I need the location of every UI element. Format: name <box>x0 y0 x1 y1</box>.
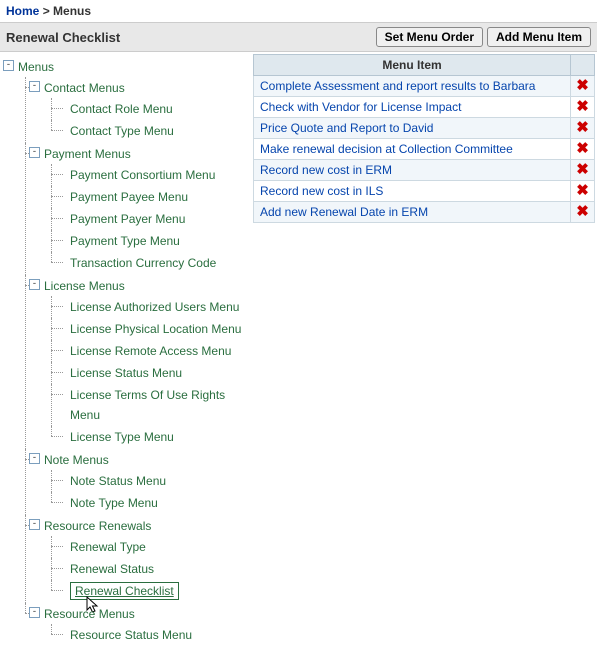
delete-icon[interactable]: ✖ <box>572 184 593 198</box>
toggle-icon[interactable]: - <box>29 81 40 92</box>
tree-node-payment-payee[interactable]: Payment Payee Menu <box>70 190 188 204</box>
table-row: Make renewal decision at Collection Comm… <box>254 139 595 160</box>
table-row: Check with Vendor for License Impact ✖ <box>254 97 595 118</box>
menu-item-link[interactable]: Add new Renewal Date in ERM <box>260 205 428 219</box>
toggle-icon[interactable]: - <box>3 60 14 71</box>
table-header-menu-item: Menu Item <box>254 55 571 76</box>
menu-item-link[interactable]: Check with Vendor for License Impact <box>260 100 461 114</box>
toggle-icon[interactable]: - <box>29 607 40 618</box>
delete-icon[interactable]: ✖ <box>572 121 593 135</box>
tree-node-license-remote[interactable]: License Remote Access Menu <box>70 344 231 358</box>
page-title: Renewal Checklist <box>6 30 120 45</box>
right-panel: Menu Item Complete Assessment and report… <box>253 52 597 225</box>
tree-node-payment-type[interactable]: Payment Type Menu <box>70 234 180 248</box>
header-bar: Renewal Checklist Set Menu Order Add Men… <box>0 22 597 52</box>
tree-node-renewal-type[interactable]: Renewal Type <box>70 540 146 554</box>
tree-node-license-terms[interactable]: License Terms Of Use Rights Menu <box>70 388 225 422</box>
table-header-action <box>571 55 595 76</box>
menu-items-table: Menu Item Complete Assessment and report… <box>253 54 595 223</box>
delete-icon[interactable]: ✖ <box>572 205 593 219</box>
tree-node-payment-payer[interactable]: Payment Payer Menu <box>70 212 185 226</box>
tree-node-contact-menus[interactable]: Contact Menus <box>44 81 125 95</box>
tree-node-contact-type[interactable]: Contact Type Menu <box>70 124 174 138</box>
tree-node-payment-consortium[interactable]: Payment Consortium Menu <box>70 168 215 182</box>
toggle-icon[interactable]: - <box>29 519 40 530</box>
tree-node-resource-status[interactable]: Resource Status Menu <box>70 628 192 642</box>
tree-panel: - Menus - Contact Menus Contact Role Men… <box>0 52 253 652</box>
menu-item-link[interactable]: Make renewal decision at Collection Comm… <box>260 142 513 156</box>
table-row: Price Quote and Report to David ✖ <box>254 118 595 139</box>
tree-node-note-type[interactable]: Note Type Menu <box>70 496 158 510</box>
tree-node-payment-menus[interactable]: Payment Menus <box>44 147 131 161</box>
breadcrumb-home-link[interactable]: Home <box>6 4 39 18</box>
tree-node-resource-menus[interactable]: Resource Menus <box>44 607 135 621</box>
table-row: Complete Assessment and report results t… <box>254 76 595 97</box>
tree-node-license-auth-users[interactable]: License Authorized Users Menu <box>70 300 239 314</box>
tree-node-renewal-checklist[interactable]: Renewal Checklist <box>70 582 179 600</box>
delete-icon[interactable]: ✖ <box>572 163 593 177</box>
tree-root: - Menus - Contact Menus Contact Role Men… <box>6 56 251 648</box>
breadcrumb-separator: > <box>43 4 50 18</box>
table-row: Add new Renewal Date in ERM ✖ <box>254 202 595 223</box>
tree-node-license-phys-loc[interactable]: License Physical Location Menu <box>70 322 241 336</box>
set-menu-order-button[interactable]: Set Menu Order <box>376 27 483 47</box>
delete-icon[interactable]: ✖ <box>572 100 593 114</box>
toggle-icon[interactable]: - <box>29 453 40 464</box>
add-menu-item-button[interactable]: Add Menu Item <box>487 27 591 47</box>
tree-node-license-menus[interactable]: License Menus <box>44 279 125 293</box>
tree-node-transaction-currency[interactable]: Transaction Currency Code <box>70 256 216 270</box>
tree-node-note-status[interactable]: Note Status Menu <box>70 474 166 488</box>
menu-item-link[interactable]: Record new cost in ILS <box>260 184 383 198</box>
table-row: Record new cost in ILS ✖ <box>254 181 595 202</box>
breadcrumb: Home > Menus <box>0 0 597 22</box>
breadcrumb-current: Menus <box>53 4 91 18</box>
delete-icon[interactable]: ✖ <box>572 142 593 156</box>
toggle-icon[interactable]: - <box>29 279 40 290</box>
tree-node-contact-role[interactable]: Contact Role Menu <box>70 102 173 116</box>
tree-node-license-type[interactable]: License Type Menu <box>70 430 174 444</box>
toggle-icon[interactable]: - <box>29 147 40 158</box>
tree-node-menus[interactable]: Menus <box>18 60 54 74</box>
delete-icon[interactable]: ✖ <box>572 79 593 93</box>
tree-node-renewal-status[interactable]: Renewal Status <box>70 562 154 576</box>
menu-item-link[interactable]: Record new cost in ERM <box>260 163 392 177</box>
tree-node-resource-renewals[interactable]: Resource Renewals <box>44 519 151 533</box>
menu-item-link[interactable]: Complete Assessment and report results t… <box>260 79 535 93</box>
menu-item-link[interactable]: Price Quote and Report to David <box>260 121 433 135</box>
tree-node-note-menus[interactable]: Note Menus <box>44 453 109 467</box>
table-row: Record new cost in ERM ✖ <box>254 160 595 181</box>
tree-node-license-status[interactable]: License Status Menu <box>70 366 182 380</box>
